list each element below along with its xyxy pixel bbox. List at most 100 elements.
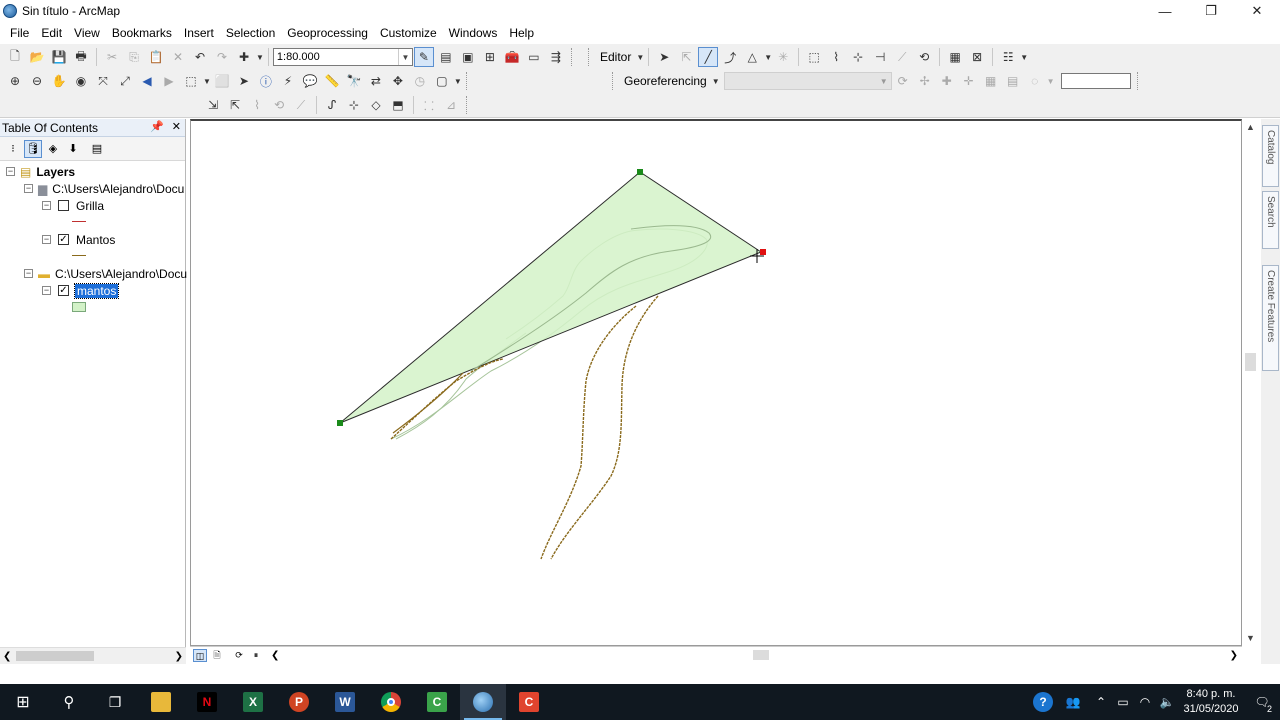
- collapse-icon[interactable]: −: [24, 269, 33, 278]
- toc-horizontal-scrollbar[interactable]: ❮ ❯: [0, 647, 186, 664]
- mantos-polygon[interactable]: [339, 171, 763, 424]
- polygon-vertex[interactable]: [637, 169, 643, 175]
- validate-icon[interactable]: ◇: [366, 95, 386, 115]
- help-icon[interactable]: ?: [1030, 684, 1056, 720]
- mantos-polygon-legend-symbol[interactable]: [72, 302, 86, 312]
- table-of-contents-icon[interactable]: ▤: [436, 47, 456, 67]
- menu-help[interactable]: Help: [503, 22, 540, 44]
- collapse-icon[interactable]: −: [6, 167, 15, 176]
- attributes-icon[interactable]: ⟲: [914, 47, 934, 67]
- taskbar-netflix[interactable]: N: [184, 684, 230, 720]
- scroll-thumb[interactable]: [16, 651, 94, 661]
- task-view-button[interactable]: ❐: [92, 684, 138, 720]
- scroll-left-icon[interactable]: ❮: [3, 651, 11, 662]
- tree-group-folder[interactable]: − ▬ C:\Users\Alejandro\Docu: [24, 265, 187, 282]
- menu-selection[interactable]: Selection: [220, 22, 281, 44]
- map-vertical-scrollbar[interactable]: ▲ ▼: [1242, 119, 1259, 646]
- redo-icon[interactable]: ↷: [212, 47, 232, 67]
- map-scale-combobox[interactable]: 1:80.000 ▼: [272, 48, 413, 66]
- editor-menu[interactable]: Editor: [596, 50, 635, 64]
- show-shared-features-icon[interactable]: ⇱: [225, 95, 245, 115]
- taskbar-search-button[interactable]: ⚲: [46, 684, 92, 720]
- georeferencing-dropdown-icon[interactable]: ▼: [712, 77, 720, 86]
- toolbar-grip[interactable]: [612, 72, 616, 90]
- scroll-left-icon[interactable]: ❮: [271, 650, 279, 661]
- viewer-dropdown-icon[interactable]: ▼: [454, 77, 462, 86]
- pin-icon[interactable]: 📌: [150, 120, 164, 133]
- taskbar-file-explorer[interactable]: [138, 684, 184, 720]
- menu-bookmarks[interactable]: Bookmarks: [106, 22, 178, 44]
- split-icon[interactable]: ⊣: [870, 47, 890, 67]
- rotate-raster-icon[interactable]: ⟳: [893, 71, 913, 91]
- html-popup-icon[interactable]: 💬: [300, 71, 320, 91]
- pause-drawing-icon[interactable]: ⏸: [249, 649, 263, 662]
- list-by-visibility-icon[interactable]: ◈: [44, 140, 62, 158]
- toolbar-grip[interactable]: [570, 48, 575, 66]
- forward-arrow-icon[interactable]: ▶: [159, 71, 179, 91]
- add-data-icon[interactable]: ✚: [234, 47, 254, 67]
- tree-layer-mantos[interactable]: − ✓ Mantos: [42, 231, 115, 248]
- reshape-icon[interactable]: ⌇: [826, 47, 846, 67]
- find-route-icon[interactable]: ⇄: [366, 71, 386, 91]
- polygon-vertex[interactable]: [337, 420, 343, 426]
- fix-topology-icon[interactable]: ⸬: [419, 95, 439, 115]
- scroll-thumb[interactable]: [1245, 353, 1256, 371]
- construction-dropdown-icon[interactable]: ▼: [764, 53, 772, 62]
- catalog-window-icon[interactable]: ▣: [458, 47, 478, 67]
- add-control-points-icon[interactable]: ✚: [937, 71, 957, 91]
- hyperlink-icon[interactable]: ⚡: [278, 71, 298, 91]
- cut-polygons-icon[interactable]: ⊹: [848, 47, 868, 67]
- map-canvas[interactable]: [191, 121, 1241, 646]
- taskbar-camtasia-recorder[interactable]: C: [414, 684, 460, 720]
- editor-options-icon[interactable]: ☷: [998, 47, 1018, 67]
- people-icon[interactable]: 👥: [1056, 684, 1090, 720]
- show-hidden-icons-chevron-up-icon[interactable]: ⌃: [1090, 684, 1112, 720]
- new-document-icon[interactable]: 🗋: [5, 47, 25, 67]
- map-topology-icon[interactable]: ⊹: [344, 95, 364, 115]
- measure-icon[interactable]: 📏: [322, 71, 342, 91]
- notifications-icon[interactable]: 🗨 2: [1244, 684, 1280, 720]
- menu-customize[interactable]: Customize: [374, 22, 443, 44]
- search-window-icon[interactable]: ⊞: [480, 47, 500, 67]
- list-by-selection-icon[interactable]: ⬇: [64, 140, 82, 158]
- scroll-up-icon[interactable]: ▲: [1246, 122, 1255, 132]
- layer-visibility-checkbox[interactable]: ✓: [58, 234, 69, 245]
- start-button[interactable]: ⊞: [0, 684, 46, 720]
- cut-icon[interactable]: ✂: [102, 47, 122, 67]
- close-button[interactable]: ✕: [1234, 0, 1280, 22]
- edit-vertices-icon[interactable]: ⬚: [804, 47, 824, 67]
- taskbar-camtasia[interactable]: C: [506, 684, 552, 720]
- collapse-icon[interactable]: −: [42, 201, 51, 210]
- model-builder-icon[interactable]: ⇶: [546, 47, 566, 67]
- view-tables-icon[interactable]: ▤: [1003, 71, 1023, 91]
- georef-value-input[interactable]: [1060, 73, 1131, 89]
- editor-options-dropdown-icon[interactable]: ▼: [1020, 53, 1028, 62]
- minimize-button[interactable]: —: [1142, 0, 1188, 22]
- generalize-icon[interactable]: ᔑ: [322, 95, 342, 115]
- find-binoculars-icon[interactable]: 🔭: [344, 71, 364, 91]
- tab-search[interactable]: Search: [1262, 191, 1279, 249]
- tree-root-layers[interactable]: − ▤ Layers: [6, 163, 75, 180]
- taskbar-word[interactable]: W: [322, 684, 368, 720]
- zoom-out-icon[interactable]: ⊖: [27, 71, 47, 91]
- collapse-icon[interactable]: −: [42, 235, 51, 244]
- layer-name-mantos-selected[interactable]: mantos: [73, 282, 120, 299]
- wifi-icon[interactable]: ◠: [1134, 684, 1156, 720]
- georeferencing-layer-combobox[interactable]: ▼: [723, 72, 892, 90]
- scroll-right-icon[interactable]: ❯: [175, 651, 183, 662]
- edit-annotation-icon[interactable]: ⇱: [676, 47, 696, 67]
- taskbar-chrome[interactable]: [368, 684, 414, 720]
- collapse-icon[interactable]: −: [42, 286, 51, 295]
- tree-layer-mantos-polygon[interactable]: − ✓ mantos: [42, 282, 120, 299]
- layer-visibility-checkbox[interactable]: ✓: [58, 285, 69, 296]
- map-display[interactable]: [190, 119, 1242, 646]
- georeferencing-menu[interactable]: Georeferencing: [620, 74, 711, 88]
- error-inspector-icon[interactable]: ⬒: [388, 95, 408, 115]
- modify-edge-icon[interactable]: ⟲: [269, 95, 289, 115]
- point-tool-icon[interactable]: △: [742, 47, 762, 67]
- identify-icon[interactable]: ⓘ: [256, 71, 276, 91]
- reshape-edge-icon[interactable]: ⌇: [247, 95, 267, 115]
- topology-rules-icon[interactable]: ⊿: [441, 95, 461, 115]
- copy-icon[interactable]: ⎘: [124, 47, 144, 67]
- pan-hand-icon[interactable]: ✋: [49, 71, 69, 91]
